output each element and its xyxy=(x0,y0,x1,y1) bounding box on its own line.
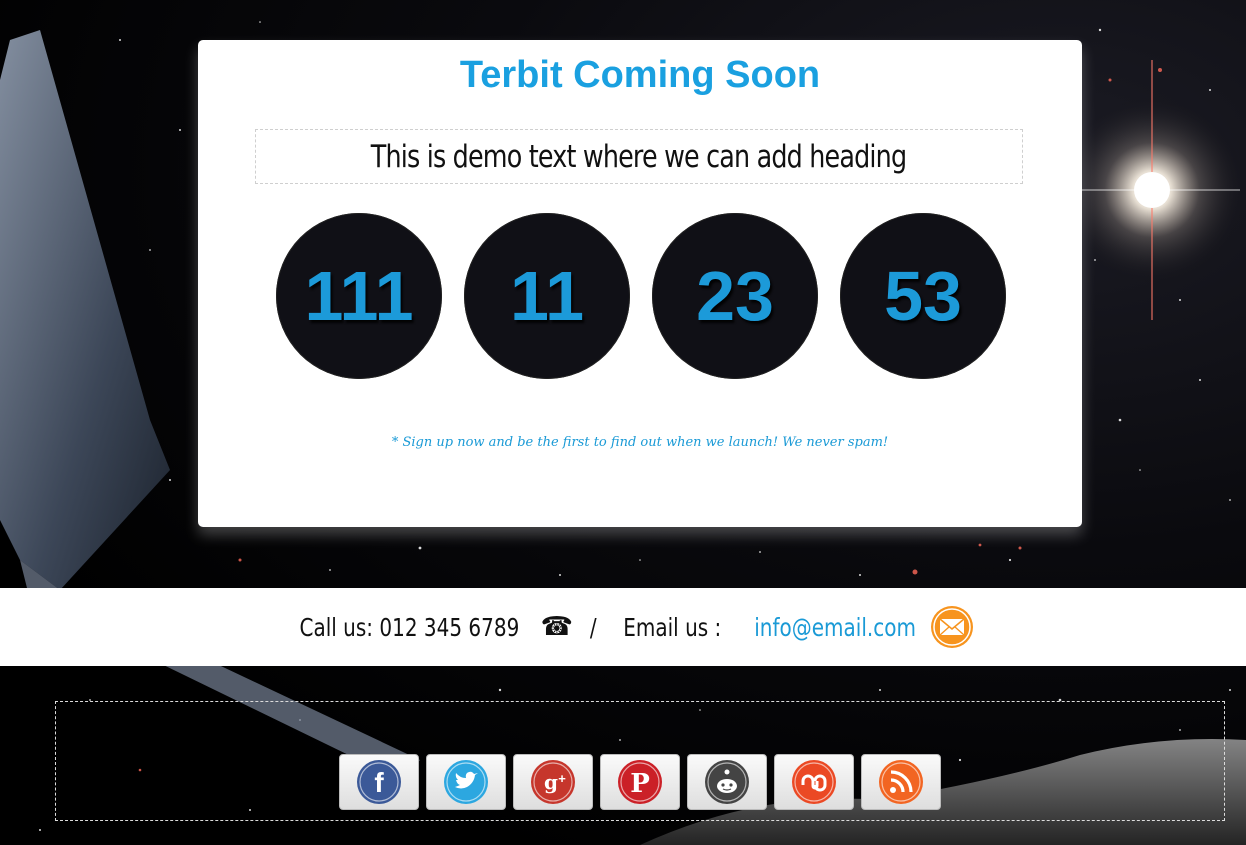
coming-soon-card: Terbit Coming Soon This is demo text whe… xyxy=(198,40,1082,527)
countdown-hours: 11 xyxy=(464,213,630,379)
twitter-icon xyxy=(444,760,488,804)
countdown-timer: 111 11 23 53 xyxy=(276,213,1006,379)
headline-box: This is demo text where we can add headi… xyxy=(255,129,1023,184)
page-root: Terbit Coming Soon This is demo text whe… xyxy=(0,0,1246,845)
contact-bar: Call us: 012 345 6789 ☎ / Email us : inf… xyxy=(0,588,1246,666)
rss-icon xyxy=(879,760,923,804)
facebook-button[interactable]: f xyxy=(339,754,419,810)
svg-text:g: g xyxy=(544,770,558,794)
signup-note: * Sign up now and be the first to find o… xyxy=(391,435,889,450)
svg-text:P: P xyxy=(630,769,650,799)
google-plus-button[interactable]: g + xyxy=(513,754,593,810)
rss-button[interactable] xyxy=(861,754,941,810)
reddit-button[interactable] xyxy=(687,754,767,810)
twitter-button[interactable] xyxy=(426,754,506,810)
pinterest-icon: P xyxy=(618,760,662,804)
countdown-minutes: 23 xyxy=(652,213,818,379)
envelope-icon[interactable] xyxy=(930,605,974,649)
contact-line: Call us: 012 345 6789 ☎ / Email us : inf… xyxy=(0,588,1246,666)
countdown-days: 111 xyxy=(276,213,442,379)
stumbleupon-icon xyxy=(792,760,836,804)
email-label: Email us : xyxy=(623,612,722,642)
contact-separator: / xyxy=(589,612,597,642)
google-plus-icon: g + xyxy=(531,760,575,804)
reddit-icon xyxy=(705,760,749,804)
headline-text: This is demo text where we can add headi… xyxy=(371,139,907,175)
phone-icon: ☎ xyxy=(540,612,574,642)
stumbleupon-button[interactable] xyxy=(774,754,854,810)
svg-text:+: + xyxy=(558,771,566,786)
page-title: Terbit Coming Soon xyxy=(459,54,821,96)
facebook-icon: f xyxy=(357,760,401,804)
countdown-seconds: 53 xyxy=(840,213,1006,379)
email-link[interactable]: info@email.com xyxy=(754,613,916,642)
pinterest-button[interactable]: P xyxy=(600,754,680,810)
call-label: Call us: 012 345 6789 xyxy=(299,612,520,642)
svg-text:f: f xyxy=(374,767,384,798)
